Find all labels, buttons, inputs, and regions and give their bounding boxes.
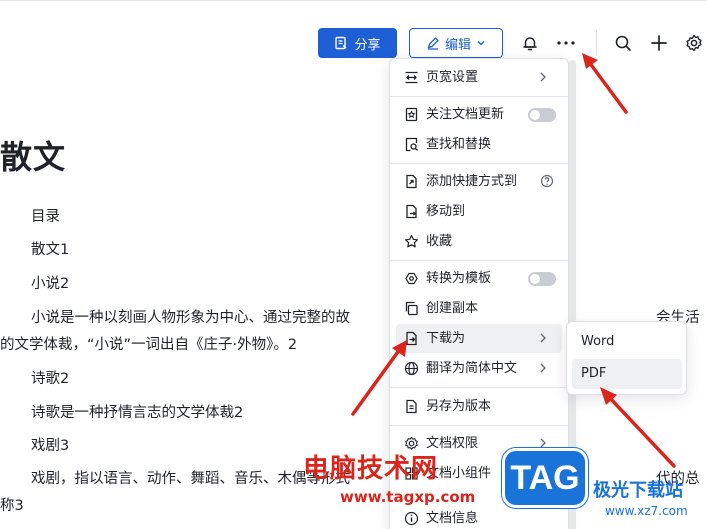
menu-item-label: 另存为版本 [426,399,492,414]
download-submenu: Word PDF [566,321,687,395]
move-icon [406,204,417,219]
doc-line: 的文学体裁，“小说”一词出自《庄子·外物》。2 [0,337,298,353]
menu-divider [390,387,568,388]
menu-item-find-replace[interactable]: 查找和替换 [396,130,562,159]
watermark-tag-logo: TAG [502,448,588,508]
chevron-right-icon [540,333,546,343]
download-icon [406,331,417,346]
menu-item-follow-updates[interactable]: 关注文档更新 [396,100,562,129]
follow-icon [405,107,418,122]
menu-item-label: 移动到 [426,204,466,219]
menu-item-favorite[interactable]: 收藏 [396,227,562,256]
doc-line: 小说2 [31,276,70,292]
copy-icon [405,301,418,316]
find-replace-icon [405,137,418,152]
star-icon [405,234,418,248]
watermark-right-url: www.xz7.com [605,504,688,518]
menu-item-page-width[interactable]: 页宽设置 [396,63,562,92]
doc-line: 散文1 [31,242,70,258]
menu-divider [390,96,568,97]
menu-item-create-copy[interactable]: 创建副本 [396,294,562,323]
menu-item-label: 创建副本 [426,301,479,316]
page-title: 散文 [0,138,67,176]
menu-item-save-version[interactable]: 另存为版本 [396,392,562,421]
menu-divider [390,163,568,164]
save-version-icon [406,399,417,414]
shortcut-icon [406,174,417,189]
chevron-right-icon [540,72,546,82]
info-icon [404,511,419,526]
doc-line: 诗歌是一种抒情言志的文学体裁2 [31,405,244,421]
submenu-item-label: Word [581,334,615,349]
menu-item-label: 下载为 [426,331,466,346]
menu-item-convert-template[interactable]: 转换为模板 [396,264,562,293]
watermark-right-name: 极光下载站 [593,480,683,501]
menu-item-label: 查找和替换 [426,137,492,152]
menu-item-label: 转换为模板 [426,271,492,286]
watermark-site-name: 电脑技术网 [303,454,439,484]
help-icon[interactable] [540,174,554,188]
menu-item-move-to[interactable]: 移动到 [396,197,562,226]
menu-divider [390,260,568,261]
doc-line: 诗歌2 [31,371,70,387]
watermark-site-url: www.tagxp.com [340,488,476,506]
download-pdf-option[interactable]: PDF [572,359,682,389]
menu-item-translate[interactable]: 翻译为简体中文 [396,354,562,383]
chevron-right-icon [540,363,546,373]
menu-item-label: 关注文档更新 [426,107,505,122]
menu-item-add-shortcut[interactable]: 添加快捷方式到 [396,167,562,196]
menu-item-label: 添加快捷方式到 [426,174,518,189]
doc-line: 戏剧3 [31,438,70,454]
follow-toggle[interactable] [528,108,556,122]
page-width-icon [405,71,418,84]
menu-item-label: 收藏 [426,234,453,249]
doc-line: 小说是一种以刻画人物形象为中心、通过完整的故 [31,310,350,326]
submenu-item-label: PDF [581,366,607,381]
menu-item-label: 翻译为简体中文 [426,361,518,376]
menu-item-download-as[interactable]: 下载为 [396,324,562,353]
doc-line: 目录 [31,209,60,225]
doc-line: 称3 [0,498,24,514]
template-toggle[interactable] [528,272,556,286]
template-icon [405,272,418,285]
translate-icon [404,361,419,376]
download-word-option[interactable]: Word [572,327,682,357]
menu-item-label: 文档信息 [426,511,479,526]
menu-item-label: 页宽设置 [426,70,479,85]
menu-divider [390,425,568,426]
